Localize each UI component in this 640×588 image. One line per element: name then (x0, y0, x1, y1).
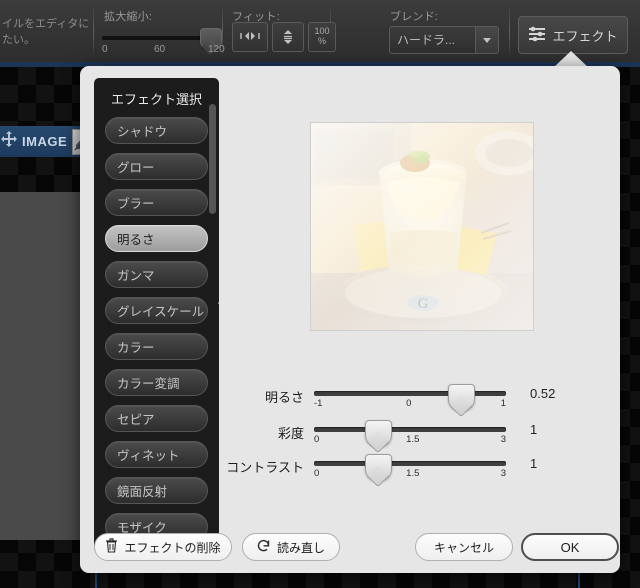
slider-tick-max: 1 (500, 398, 506, 409)
slider-label: コントラスト (226, 460, 304, 475)
ok-label: OK (560, 539, 580, 555)
slider-row: 明るさ -1 0 1 0.52 (220, 384, 556, 411)
slider-tick-max: 3 (500, 434, 506, 445)
toolbar-divider-1 (93, 4, 94, 58)
slider-label: 明るさ (264, 390, 304, 405)
slider-track[interactable] (314, 461, 506, 466)
slider-handle[interactable] (365, 420, 393, 447)
slider-tick-mid: 1.5 (406, 468, 420, 479)
slider-tick-max: 3 (500, 468, 506, 479)
slider-row: コントラスト 0 1.5 3 1 (220, 454, 538, 481)
slider-track[interactable] (314, 427, 506, 432)
effect-dialog: エフェクト選択 シャドウ グロー ブラー 明るさ ガンマ グレイスケール カラー カラー変調セ… (80, 66, 620, 573)
effect-preview: G (310, 122, 534, 331)
slider-value: 1 (530, 422, 538, 437)
toolbar-divider-4 (509, 4, 510, 58)
effect-list-title: エフェクト選択 (110, 92, 202, 107)
ok-button[interactable]: OK (521, 533, 619, 561)
sliders-icon (528, 26, 546, 45)
cancel-label: キャンセル (433, 540, 494, 555)
arrows-vertical-icon[interactable] (272, 22, 304, 52)
left-tool-panel (0, 192, 81, 540)
preview-image: G (311, 123, 533, 330)
slider-value: 0.52 (530, 386, 556, 401)
slider-tick-mid: 1.5 (406, 434, 420, 445)
reload-button[interactable]: 読み直し (242, 533, 340, 561)
effect-item[interactable]: ブラー (105, 189, 208, 216)
delete-effect-button[interactable]: エフェクトの削除 (94, 533, 232, 561)
zoom-100-button[interactable]: 100 % (308, 22, 336, 52)
effect-item[interactable]: カラー (105, 333, 208, 360)
effect-item[interactable]: グレイスケール (105, 297, 208, 324)
slider-handle[interactable] (365, 454, 393, 481)
cancel-button[interactable]: キャンセル (415, 533, 513, 561)
slider-control[interactable]: 0 1.5 3 (314, 420, 506, 447)
effect-button[interactable]: エフェクト (518, 16, 628, 54)
top-toolbar: イルをエディタに たい。 拡大縮小: 0 60 120 フィット: 100 % … (0, 0, 640, 63)
slider-tick-mid: 0 (406, 398, 412, 409)
effect-item[interactable]: 鏡面反射 (105, 477, 208, 504)
effect-item[interactable]: ヴィネット (105, 441, 208, 468)
zoom-100-unit: % (317, 36, 326, 46)
toolbar-hint-line1: イルをエディタに (2, 18, 90, 30)
effect-item[interactable]: セピア (105, 405, 208, 432)
effect-list-scrollbar[interactable] (209, 104, 216, 214)
arrows-horizontal-icon[interactable] (232, 22, 268, 52)
delete-effect-label: エフェクトの削除 (124, 540, 221, 555)
slider-handle[interactable] (447, 384, 475, 411)
blend-mode-value: ハードラ... (397, 33, 456, 47)
reload-label: 読み直し (276, 540, 325, 555)
effect-item[interactable]: カラー変調 (105, 369, 208, 396)
slider-track[interactable] (314, 391, 506, 396)
effect-button-label: エフェクト (552, 28, 618, 44)
effect-item[interactable]: シャドウ (105, 117, 208, 144)
slider-tick-min: -1 (314, 398, 323, 409)
toolbar-hint: イルをエディタに たい。 (2, 16, 90, 48)
slider-tick-min: 0 (314, 434, 320, 445)
chevron-down-icon[interactable] (475, 27, 498, 53)
slider-label: 彩度 (277, 426, 304, 441)
effect-list-panel: エフェクト選択 シャドウグローブラー明るさガンマグレイスケール カラーカラー変調セ… (94, 78, 219, 552)
effect-list[interactable]: シャドウグローブラー明るさガンマグレイスケール カラーカラー変調セピアヴィネット鏡… (94, 117, 219, 540)
effect-item[interactable]: グロー (105, 153, 208, 180)
slider-row: 彩度 0 1.5 3 1 (220, 420, 538, 447)
slider-tick-min: 0 (314, 468, 320, 479)
slider-control[interactable]: -1 0 1 (314, 384, 506, 411)
effect-item[interactable]: ガンマ (105, 261, 208, 288)
blend-label: ブレンド: (390, 11, 439, 23)
refresh-icon (257, 539, 271, 556)
zoom-label: 拡大縮小: (104, 11, 153, 23)
blend-mode-select[interactable]: ハードラ... (389, 26, 499, 54)
zoom-tick-min: 0 (102, 44, 108, 55)
zoom-tick-max: 120 (208, 44, 225, 55)
effect-item-selected[interactable]: 明るさ (105, 225, 208, 252)
trash-icon (105, 538, 118, 556)
dialog-footer: エフェクトの削除 読み直し キャンセル OK (80, 525, 620, 573)
move-cross-icon (0, 130, 18, 153)
zoom-100-value: 100 (314, 26, 330, 36)
slider-value: 1 (530, 456, 538, 471)
toolbar-hint-line2: たい。 (2, 34, 35, 46)
selected-effect-pointer (218, 293, 229, 313)
layer-name-label: IMAGE (22, 134, 68, 149)
zoom-tick-mid: 60 (154, 44, 166, 55)
slider-control[interactable]: 0 1.5 3 (314, 454, 506, 481)
